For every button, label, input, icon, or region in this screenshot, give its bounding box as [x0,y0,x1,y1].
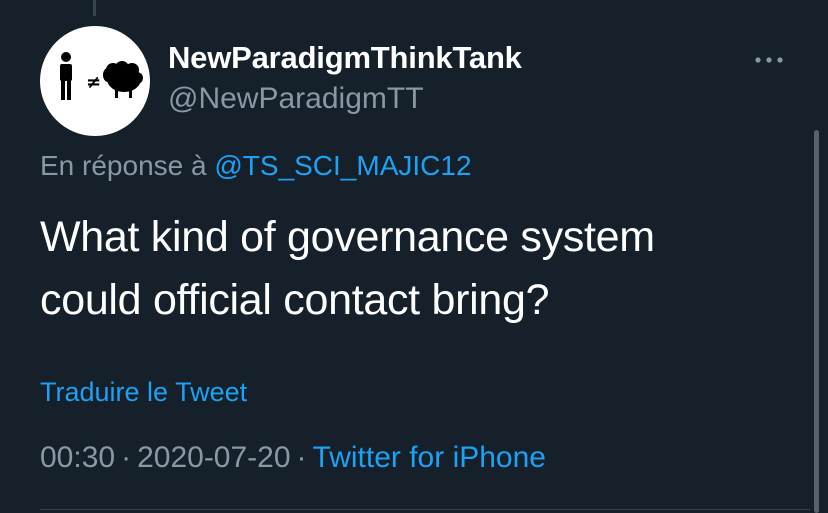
metadata-separator: · [121,441,132,474]
avatar[interactable]: ≠ [40,26,150,136]
tweet-source-link[interactable]: Twitter for iPhone [313,441,546,474]
translate-tweet-link[interactable]: Traduire le Tweet [40,377,247,408]
author-display-name[interactable]: NewParadigmThinkTank [168,40,522,76]
scrollbar[interactable] [814,130,819,513]
tweet-metadata: 00:30 · 2020-07-20 · Twitter for iPhone [40,441,546,475]
reply-context: En réponse à @TS_SCI_MAJIC12 [40,150,472,182]
divider [40,509,810,510]
thread-connector-line [93,0,96,16]
tweet-text: What kind of governance system could off… [40,206,760,332]
reply-prefix-label: En réponse à [40,150,207,181]
svg-text:≠: ≠ [86,72,101,93]
tweet-text-line: What kind of governance system [40,213,655,261]
author-handle[interactable]: @NewParadigmTT [168,82,424,116]
reply-to-mention-link[interactable]: @TS_SCI_MAJIC12 [214,150,471,181]
person-not-equal-sheep-logo-icon: ≠ [60,52,143,100]
more-options-icon [755,57,783,63]
tweet-date: 2020-07-20 [137,441,291,474]
tweet-time: 00:30 [40,441,116,474]
tweet-text-line: could official contact bring? [40,276,550,324]
tweet-detail-screen: ≠ NewParadigmThinkTank @NewParadigmTT En… [0,0,828,513]
more-options-button[interactable] [744,48,794,72]
metadata-separator: · [296,441,307,474]
